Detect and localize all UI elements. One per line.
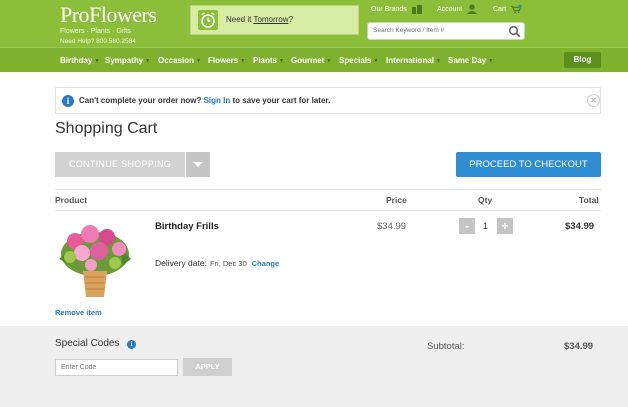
brand-name: ProFlowers xyxy=(60,2,157,27)
col-header-qty: Qty xyxy=(478,195,493,205)
search-input[interactable] xyxy=(373,27,503,34)
nav-sympathy[interactable]: Sympathy ▼ xyxy=(105,56,150,65)
apply-code-button[interactable]: APPLY xyxy=(183,358,232,376)
product-name-link[interactable]: Birthday Frills xyxy=(155,221,219,232)
account-link[interactable]: Account xyxy=(437,4,478,14)
qty-decrease-button[interactable]: - xyxy=(459,218,475,234)
divider xyxy=(55,210,601,211)
chevron-down-icon: ▼ xyxy=(145,57,151,64)
remove-item-link[interactable]: Remove item xyxy=(55,308,102,317)
col-header-total: Total xyxy=(579,195,599,205)
cart-label: Cart xyxy=(493,5,507,13)
delivery-promo-banner[interactable]: Need it Tomorrow? xyxy=(190,5,359,35)
account-label: Account xyxy=(437,5,463,13)
chevron-down-icon: ▼ xyxy=(326,57,332,64)
sign-in-alert: i Can't complete your order now? Sign In… xyxy=(55,87,601,114)
nav-flowers[interactable]: Flowers ▼ xyxy=(208,56,245,65)
nav-international[interactable]: International ▼ xyxy=(386,56,441,65)
special-codes-label: Special Codes xyxy=(55,338,120,349)
brand-tagline: Flowers · Plants · Gifts xyxy=(60,28,131,35)
nav-international-label: International xyxy=(386,56,435,65)
nav-plants-label: Plants xyxy=(253,56,278,65)
nav-occasion[interactable]: Occasion ▼ xyxy=(158,56,201,65)
proflowers-logo[interactable]: ProFlowers Flowers · Plants · Gifts Need… xyxy=(60,2,157,46)
brands-icon xyxy=(411,5,422,14)
nav-flowers-label: Flowers xyxy=(208,56,239,65)
page-title: Shopping Cart xyxy=(55,120,158,137)
subtotal-label: Subtotal: xyxy=(427,341,465,352)
promo-text: Need it Tomorrow? xyxy=(226,15,293,24)
nav-occasion-label: Occasion xyxy=(158,56,195,65)
nav-same-day[interactable]: Same Day ▼ xyxy=(448,56,493,65)
nav-specials-label: Specials xyxy=(339,56,372,65)
alert-message: Can't complete your order now? Sign In t… xyxy=(79,96,330,105)
nav-plants[interactable]: Plants ▼ xyxy=(253,56,284,65)
delivery-label: Delivery date: xyxy=(155,258,207,268)
nav-gourmet[interactable]: Gourmet ▼ xyxy=(291,56,331,65)
sign-in-link[interactable]: Sign In xyxy=(204,96,231,105)
chevron-down-icon: ▼ xyxy=(94,57,100,64)
cart-link[interactable]: Cart xyxy=(493,4,522,14)
site-header: ProFlowers Flowers · Plants · Gifts Need… xyxy=(0,0,628,47)
delivery-date: Fri, Dec 30 xyxy=(209,259,247,268)
chevron-down-icon xyxy=(193,162,203,167)
col-header-price: Price xyxy=(386,195,407,205)
chevron-down-icon: ▼ xyxy=(373,57,379,64)
chevron-down-icon: ▼ xyxy=(436,57,441,64)
alert-suffix: to save your cart for later. xyxy=(230,96,331,105)
chevron-down-icon: ▼ xyxy=(488,57,494,64)
subtotal-value: $34.99 xyxy=(564,341,594,352)
delivery-info: Delivery date: Fri, Dec 30 Change xyxy=(155,258,279,268)
chevron-down-icon: ▼ xyxy=(240,57,246,64)
promo-tomorrow-link[interactable]: Tomorrow xyxy=(253,15,288,24)
blog-button[interactable]: Blog xyxy=(564,52,601,68)
proceed-to-checkout-button[interactable]: PROCEED TO CHECKOUT xyxy=(456,152,601,177)
alert-prefix: Can't complete your order now? xyxy=(79,96,204,105)
divider xyxy=(55,189,601,190)
nav-birthday-label: Birthday xyxy=(60,56,93,65)
qty-value[interactable]: 1 xyxy=(483,221,488,231)
search-box[interactable] xyxy=(367,22,525,40)
close-icon[interactable]: ✕ xyxy=(587,94,600,107)
info-icon: i xyxy=(62,95,74,107)
continue-shopping-button[interactable]: CONTINUE SHOPPING xyxy=(55,152,185,177)
promo-code-input[interactable] xyxy=(55,359,178,376)
nav-specials[interactable]: Specials ▼ xyxy=(339,56,378,65)
info-icon[interactable]: i xyxy=(127,340,136,349)
nav-birthday[interactable]: Birthday ▼ xyxy=(60,56,99,65)
chevron-down-icon: ▼ xyxy=(279,57,284,64)
our-brands-label: Our Brands xyxy=(371,5,407,13)
continue-shopping-dropdown[interactable] xyxy=(186,152,210,177)
qty-increase-button[interactable]: + xyxy=(497,218,513,234)
our-brands-link[interactable]: Our Brands xyxy=(371,4,423,14)
change-date-link[interactable]: Change xyxy=(252,259,280,268)
promo-suffix: ? xyxy=(288,15,294,24)
main-nav: Birthday ▼ Sympathy ▼ Occasion ▼ Flowers ▼ P… xyxy=(0,47,628,72)
item-price: $34.99 xyxy=(377,221,407,232)
search-icon[interactable] xyxy=(508,25,521,38)
user-icon xyxy=(467,4,478,14)
help-phone: Need Help? 800.580.2584 xyxy=(60,38,136,45)
col-header-product: Product xyxy=(55,195,88,205)
nav-sympathy-label: Sympathy xyxy=(105,56,144,65)
cart-icon xyxy=(511,4,522,14)
promo-prefix: Need it xyxy=(226,15,254,24)
item-total: $34.99 xyxy=(565,221,595,232)
chevron-down-icon: ▼ xyxy=(196,57,201,64)
product-image[interactable] xyxy=(55,219,135,299)
alarm-clock-icon xyxy=(198,10,218,30)
nav-same-day-label: Same Day xyxy=(448,56,487,65)
nav-gourmet-label: Gourmet xyxy=(291,56,325,65)
